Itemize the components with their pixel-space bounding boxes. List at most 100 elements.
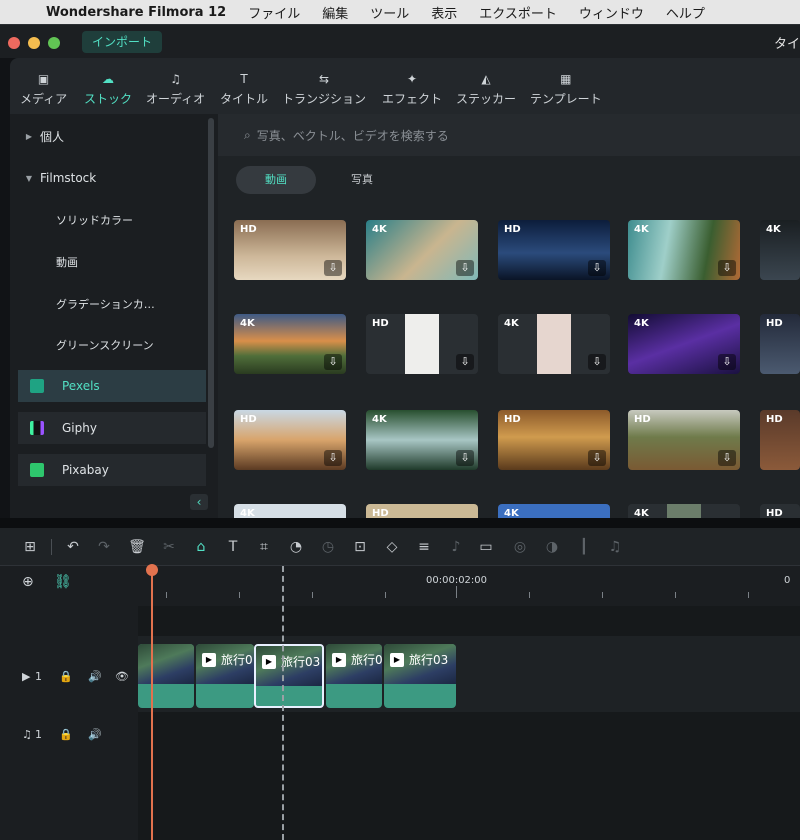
import-button[interactable]: インポート <box>82 31 163 53</box>
video-clip[interactable]: ▶ 旅行03 <box>384 644 456 708</box>
video-clip-selected[interactable]: ▶ 旅行03 <box>254 644 324 708</box>
zoom-window-button[interactable] <box>48 37 60 49</box>
sidebar-item-solid-color[interactable]: ソリッドカラー <box>18 204 206 236</box>
download-icon[interactable]: ⇩ <box>324 260 342 276</box>
search-bar[interactable]: ⌕ 写真、ベクトル、ビデオを検索する <box>218 114 800 156</box>
minimize-window-button[interactable] <box>28 37 40 49</box>
motion-track-icon[interactable]: ◎ <box>509 536 531 558</box>
stock-video-thumb[interactable]: 4K <box>760 220 800 280</box>
sidebar-item-giphy[interactable]: Giphy <box>18 412 206 444</box>
stock-video-thumb[interactable]: HD ⇩ <box>628 410 740 470</box>
tab-effects[interactable]: ✦ エフェクト <box>382 68 442 107</box>
download-icon[interactable]: ⇩ <box>456 260 474 276</box>
stock-video-thumb[interactable]: 4K ⇩ <box>628 220 740 280</box>
menu-edit[interactable]: 編集 <box>322 3 348 22</box>
stock-video-thumb[interactable]: 4K ⇩ <box>498 314 610 374</box>
stock-video-thumb[interactable]: HD <box>366 504 478 518</box>
download-icon[interactable]: ⇩ <box>588 450 606 466</box>
tab-stickers[interactable]: ◭ ステッカー <box>456 68 516 107</box>
sidebar-item-video[interactable]: 動画 <box>18 246 206 278</box>
stock-video-thumb[interactable]: 4K ⇩ <box>366 220 478 280</box>
stock-video-thumb[interactable]: HD ⇩ <box>498 410 610 470</box>
menu-export[interactable]: エクスポート <box>479 3 557 22</box>
freeze-frame-icon[interactable]: ▭ <box>475 536 497 558</box>
stock-video-thumb[interactable]: HD <box>760 410 800 470</box>
speaker-icon[interactable]: 🔊 <box>88 670 102 683</box>
download-icon[interactable]: ⇩ <box>456 354 474 370</box>
waveform-icon[interactable]: ┃ <box>573 536 595 558</box>
tab-templates[interactable]: ▦ テンプレート <box>530 68 602 107</box>
audio-sync-icon[interactable]: ♫ <box>604 536 626 558</box>
delete-icon[interactable]: 🗑 <box>126 536 148 558</box>
auto-reframe-icon[interactable]: ◑ <box>541 536 563 558</box>
tab-media[interactable]: ▣ メディア <box>20 68 67 107</box>
audio-stretch-icon[interactable]: ♪ <box>445 536 467 558</box>
tab-audio[interactable]: ♫ オーディオ <box>146 68 205 107</box>
stock-video-thumb[interactable]: HD <box>760 314 800 374</box>
speaker-icon[interactable]: 🔊 <box>88 728 102 741</box>
tab-stock[interactable]: ☁ ストック <box>84 68 132 107</box>
video-clip[interactable] <box>138 644 194 708</box>
redo-icon[interactable]: ↷ <box>93 536 115 558</box>
link-icon[interactable]: ⛓ <box>54 574 72 590</box>
tab-titles[interactable]: T タイトル <box>220 68 268 107</box>
stabilize-icon[interactable]: ⊡ <box>349 536 371 558</box>
undo-icon[interactable]: ↶ <box>62 536 84 558</box>
cut-icon[interactable]: ✂ <box>158 536 180 558</box>
stock-video-thumb[interactable]: HD ⇩ <box>366 314 478 374</box>
download-icon[interactable]: ⇩ <box>324 354 342 370</box>
download-icon[interactable]: ⇩ <box>718 354 736 370</box>
download-icon[interactable]: ⇩ <box>718 260 736 276</box>
menu-file[interactable]: ファイル <box>248 3 300 22</box>
stock-video-thumb[interactable]: HD <box>760 504 800 518</box>
link-tag-icon[interactable]: ⌂ <box>190 536 212 558</box>
color-icon[interactable]: ◇ <box>381 536 403 558</box>
collapse-sidebar-button[interactable]: ‹ <box>190 494 208 510</box>
add-track-icon[interactable]: ⊕ <box>22 574 34 590</box>
stock-video-thumb[interactable]: 4K <box>628 504 740 518</box>
stock-video-thumb[interactable]: 4K ⇩ <box>366 410 478 470</box>
time-ruler[interactable]: 00:00:02:00 0 <box>138 566 800 606</box>
download-icon[interactable]: ⇩ <box>588 260 606 276</box>
text-icon[interactable]: T <box>222 536 244 558</box>
download-icon[interactable]: ⇩ <box>324 450 342 466</box>
sidebar-item-gradation[interactable]: グラデーションカ… <box>18 288 206 320</box>
search-input[interactable]: 写真、ベクトル、ビデオを検索する <box>257 127 449 144</box>
sidebar-scrollbar[interactable] <box>208 118 214 448</box>
tab-transitions[interactable]: ⇆ トランジション <box>282 68 366 107</box>
menu-window[interactable]: ウィンドウ <box>579 3 644 22</box>
sidebar-item-filmstock[interactable]: ▼ Filmstock <box>18 162 206 194</box>
app-menu[interactable]: Wondershare Filmora 12 <box>46 5 226 20</box>
download-icon[interactable]: ⇩ <box>588 354 606 370</box>
sidebar-item-pixabay[interactable]: Pixabay <box>18 454 206 486</box>
sidebar-item-personal[interactable]: ▶ 個人 <box>18 120 206 152</box>
speed-icon[interactable]: ◔ <box>285 536 307 558</box>
video-clip[interactable]: ▶ 旅行0 <box>326 644 382 708</box>
stock-video-thumb[interactable]: 4K ⇩ <box>628 314 740 374</box>
tab-photo[interactable]: 写真 <box>336 166 388 194</box>
menu-help[interactable]: ヘルプ <box>666 3 705 22</box>
tab-video[interactable]: 動画 <box>236 166 316 194</box>
close-window-button[interactable] <box>8 37 20 49</box>
layout-grid-icon[interactable]: ⊞ <box>19 536 41 558</box>
stock-video-thumb[interactable]: 4K <box>498 504 610 518</box>
crop-icon[interactable]: ⌗ <box>253 536 275 558</box>
timeline[interactable]: 00:00:02:00 0 ▶ 旅行0 ▶ 旅行03 ▶ 旅行0 ▶ 旅行03 <box>138 564 800 840</box>
download-icon[interactable]: ⇩ <box>718 450 736 466</box>
download-icon[interactable]: ⇩ <box>456 450 474 466</box>
sidebar-item-green-screen[interactable]: グリーンスクリーン <box>18 329 206 361</box>
stock-video-thumb[interactable]: 4K <box>234 504 346 518</box>
playhead[interactable] <box>151 566 153 840</box>
stock-video-thumb[interactable]: 4K ⇩ <box>234 314 346 374</box>
timer-icon[interactable]: ◷ <box>317 536 339 558</box>
menu-tools[interactable]: ツール <box>370 3 409 22</box>
video-clip[interactable]: ▶ 旅行0 <box>196 644 254 708</box>
panel-divider[interactable] <box>0 518 800 528</box>
lock-icon[interactable]: 🔒 <box>59 670 73 683</box>
playhead-handle[interactable] <box>146 564 158 576</box>
stock-video-thumb[interactable]: HD ⇩ <box>498 220 610 280</box>
sidebar-item-pexels[interactable]: Pexels <box>18 370 206 402</box>
lock-icon[interactable]: 🔒 <box>59 728 73 741</box>
menu-view[interactable]: 表示 <box>431 3 457 22</box>
eye-icon[interactable]: 👁 <box>115 670 129 683</box>
